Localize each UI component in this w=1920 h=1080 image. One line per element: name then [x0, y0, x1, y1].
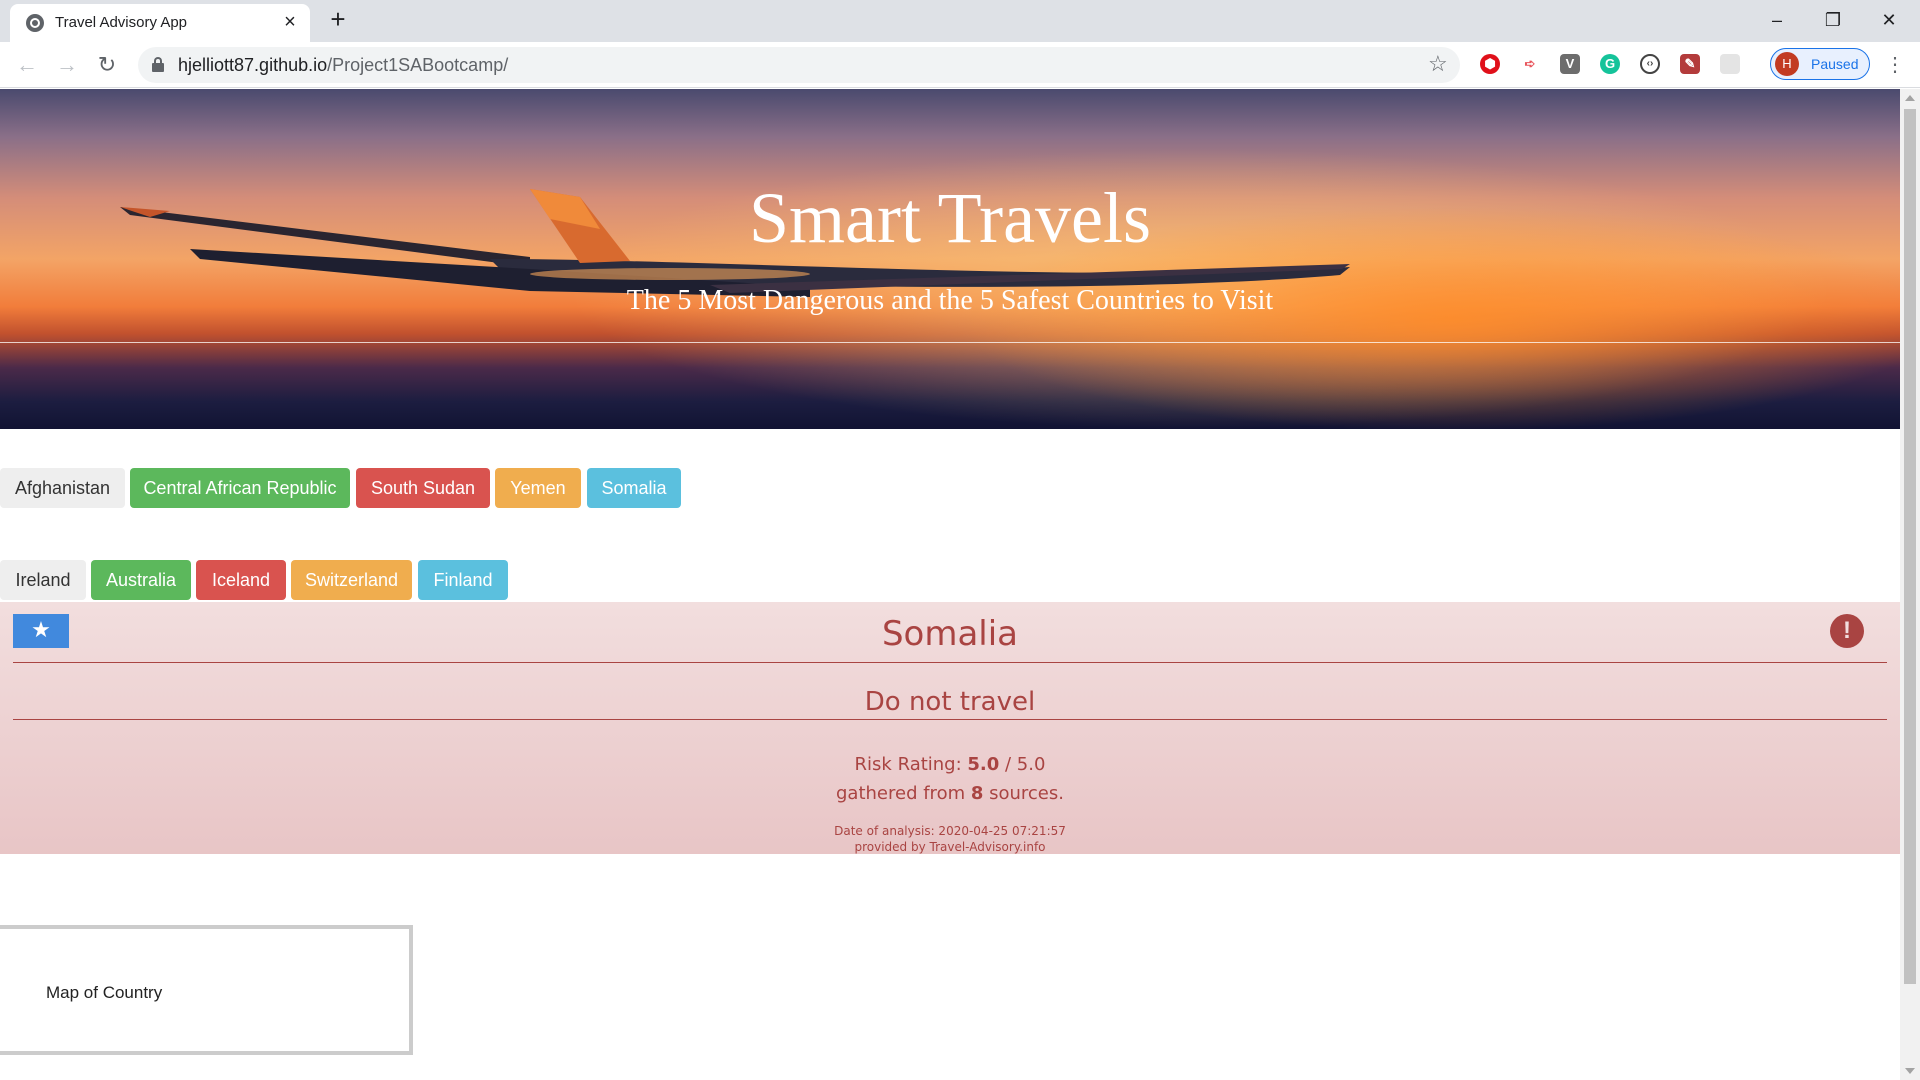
tab-title: Travel Advisory App [55, 14, 188, 31]
lock-icon [152, 57, 164, 72]
page-title: Smart Travels [748, 178, 1152, 258]
browser-toolbar: ← → ↻ hjelliott87.github.io/Project1SABo… [0, 42, 1920, 88]
blank-extension-icon[interactable] [1720, 54, 1740, 74]
close-tab-icon[interactable]: × [280, 12, 300, 32]
cast-extension-icon[interactable]: ➪ [1520, 54, 1540, 74]
pdf-extension-icon[interactable]: ✎ [1680, 54, 1700, 74]
country-button-finland[interactable]: Finland [418, 560, 508, 600]
divider [13, 662, 1887, 663]
tab-strip: Travel Advisory App × + – ❐ ✕ [0, 0, 1920, 42]
page-subtitle: The 5 Most Dangerous and the 5 Safest Co… [626, 285, 1274, 316]
divider [13, 719, 1887, 720]
grammarly-extension-icon[interactable]: G [1600, 54, 1620, 74]
scroll-up-arrow-icon[interactable] [1905, 95, 1915, 101]
exclamation-icon: ! [1830, 614, 1864, 648]
address-bar[interactable]: hjelliott87.github.io/Project1SABootcamp… [138, 47, 1460, 83]
country-button-yemen[interactable]: Yemen [495, 468, 581, 508]
browser-tab[interactable]: Travel Advisory App × [10, 4, 310, 42]
map-label: Map of Country [46, 983, 163, 1002]
advisory-panel: ★ Somalia ! Do not travel Risk Rating: 5… [0, 602, 1900, 854]
country-button-south-sudan[interactable]: South Sudan [356, 468, 490, 508]
back-button[interactable]: ← [13, 51, 41, 79]
adblock-extension-icon[interactable]: ⬢ [1480, 54, 1500, 74]
new-tab-button[interactable]: + [326, 6, 350, 32]
v-extension-icon[interactable]: V [1560, 54, 1580, 74]
provider-credit: provided by Travel-Advisory.info [854, 840, 1046, 854]
minimize-button[interactable]: – [1754, 6, 1800, 34]
globe-icon [26, 14, 44, 32]
browser-menu-icon[interactable]: ⋮ [1885, 52, 1905, 77]
restore-button[interactable]: ❐ [1810, 6, 1856, 34]
scroll-thumb[interactable] [1904, 109, 1916, 984]
country-button-switzerland[interactable]: Switzerland [291, 560, 412, 600]
url-text[interactable]: hjelliott87.github.io/Project1SABootcamp… [178, 55, 508, 76]
bookmark-star-icon[interactable]: ☆ [1428, 51, 1448, 77]
reload-button[interactable]: ↻ [93, 51, 121, 79]
country-button-ireland[interactable]: Ireland [0, 560, 86, 600]
window-close-button[interactable]: ✕ [1866, 6, 1912, 34]
avatar: H [1775, 52, 1799, 76]
sources-count: gathered from 8 sources. [836, 783, 1064, 804]
hero-banner: Smart Travels The 5 Most Dangerous and t… [0, 89, 1900, 429]
code-extension-icon[interactable]: ‹› [1640, 54, 1660, 74]
profile-status: Paused [1811, 56, 1859, 72]
country-name: Somalia [881, 614, 1019, 654]
scroll-down-arrow-icon[interactable] [1905, 1068, 1915, 1074]
risk-rating: Risk Rating: 5.0 / 5.0 [854, 754, 1046, 775]
profile-button[interactable]: H Paused [1770, 48, 1870, 80]
country-button-afghanistan[interactable]: Afghanistan [0, 468, 125, 508]
analysis-date: Date of analysis: 2020-04-25 07:21:57 [834, 824, 1066, 838]
hero-divider [0, 342, 1900, 343]
country-button-australia[interactable]: Australia [91, 560, 191, 600]
country-button-somalia[interactable]: Somalia [587, 468, 681, 508]
advisory-message: Do not travel [864, 687, 1036, 717]
country-button-central-african-republic[interactable]: Central African Republic [130, 468, 350, 508]
map-container[interactable]: Map of Country [0, 925, 413, 1055]
forward-button[interactable]: → [53, 51, 81, 79]
page-viewport: Smart Travels The 5 Most Dangerous and t… [0, 89, 1900, 1080]
page-scrollbar[interactable] [1900, 89, 1920, 1080]
country-button-iceland[interactable]: Iceland [196, 560, 286, 600]
